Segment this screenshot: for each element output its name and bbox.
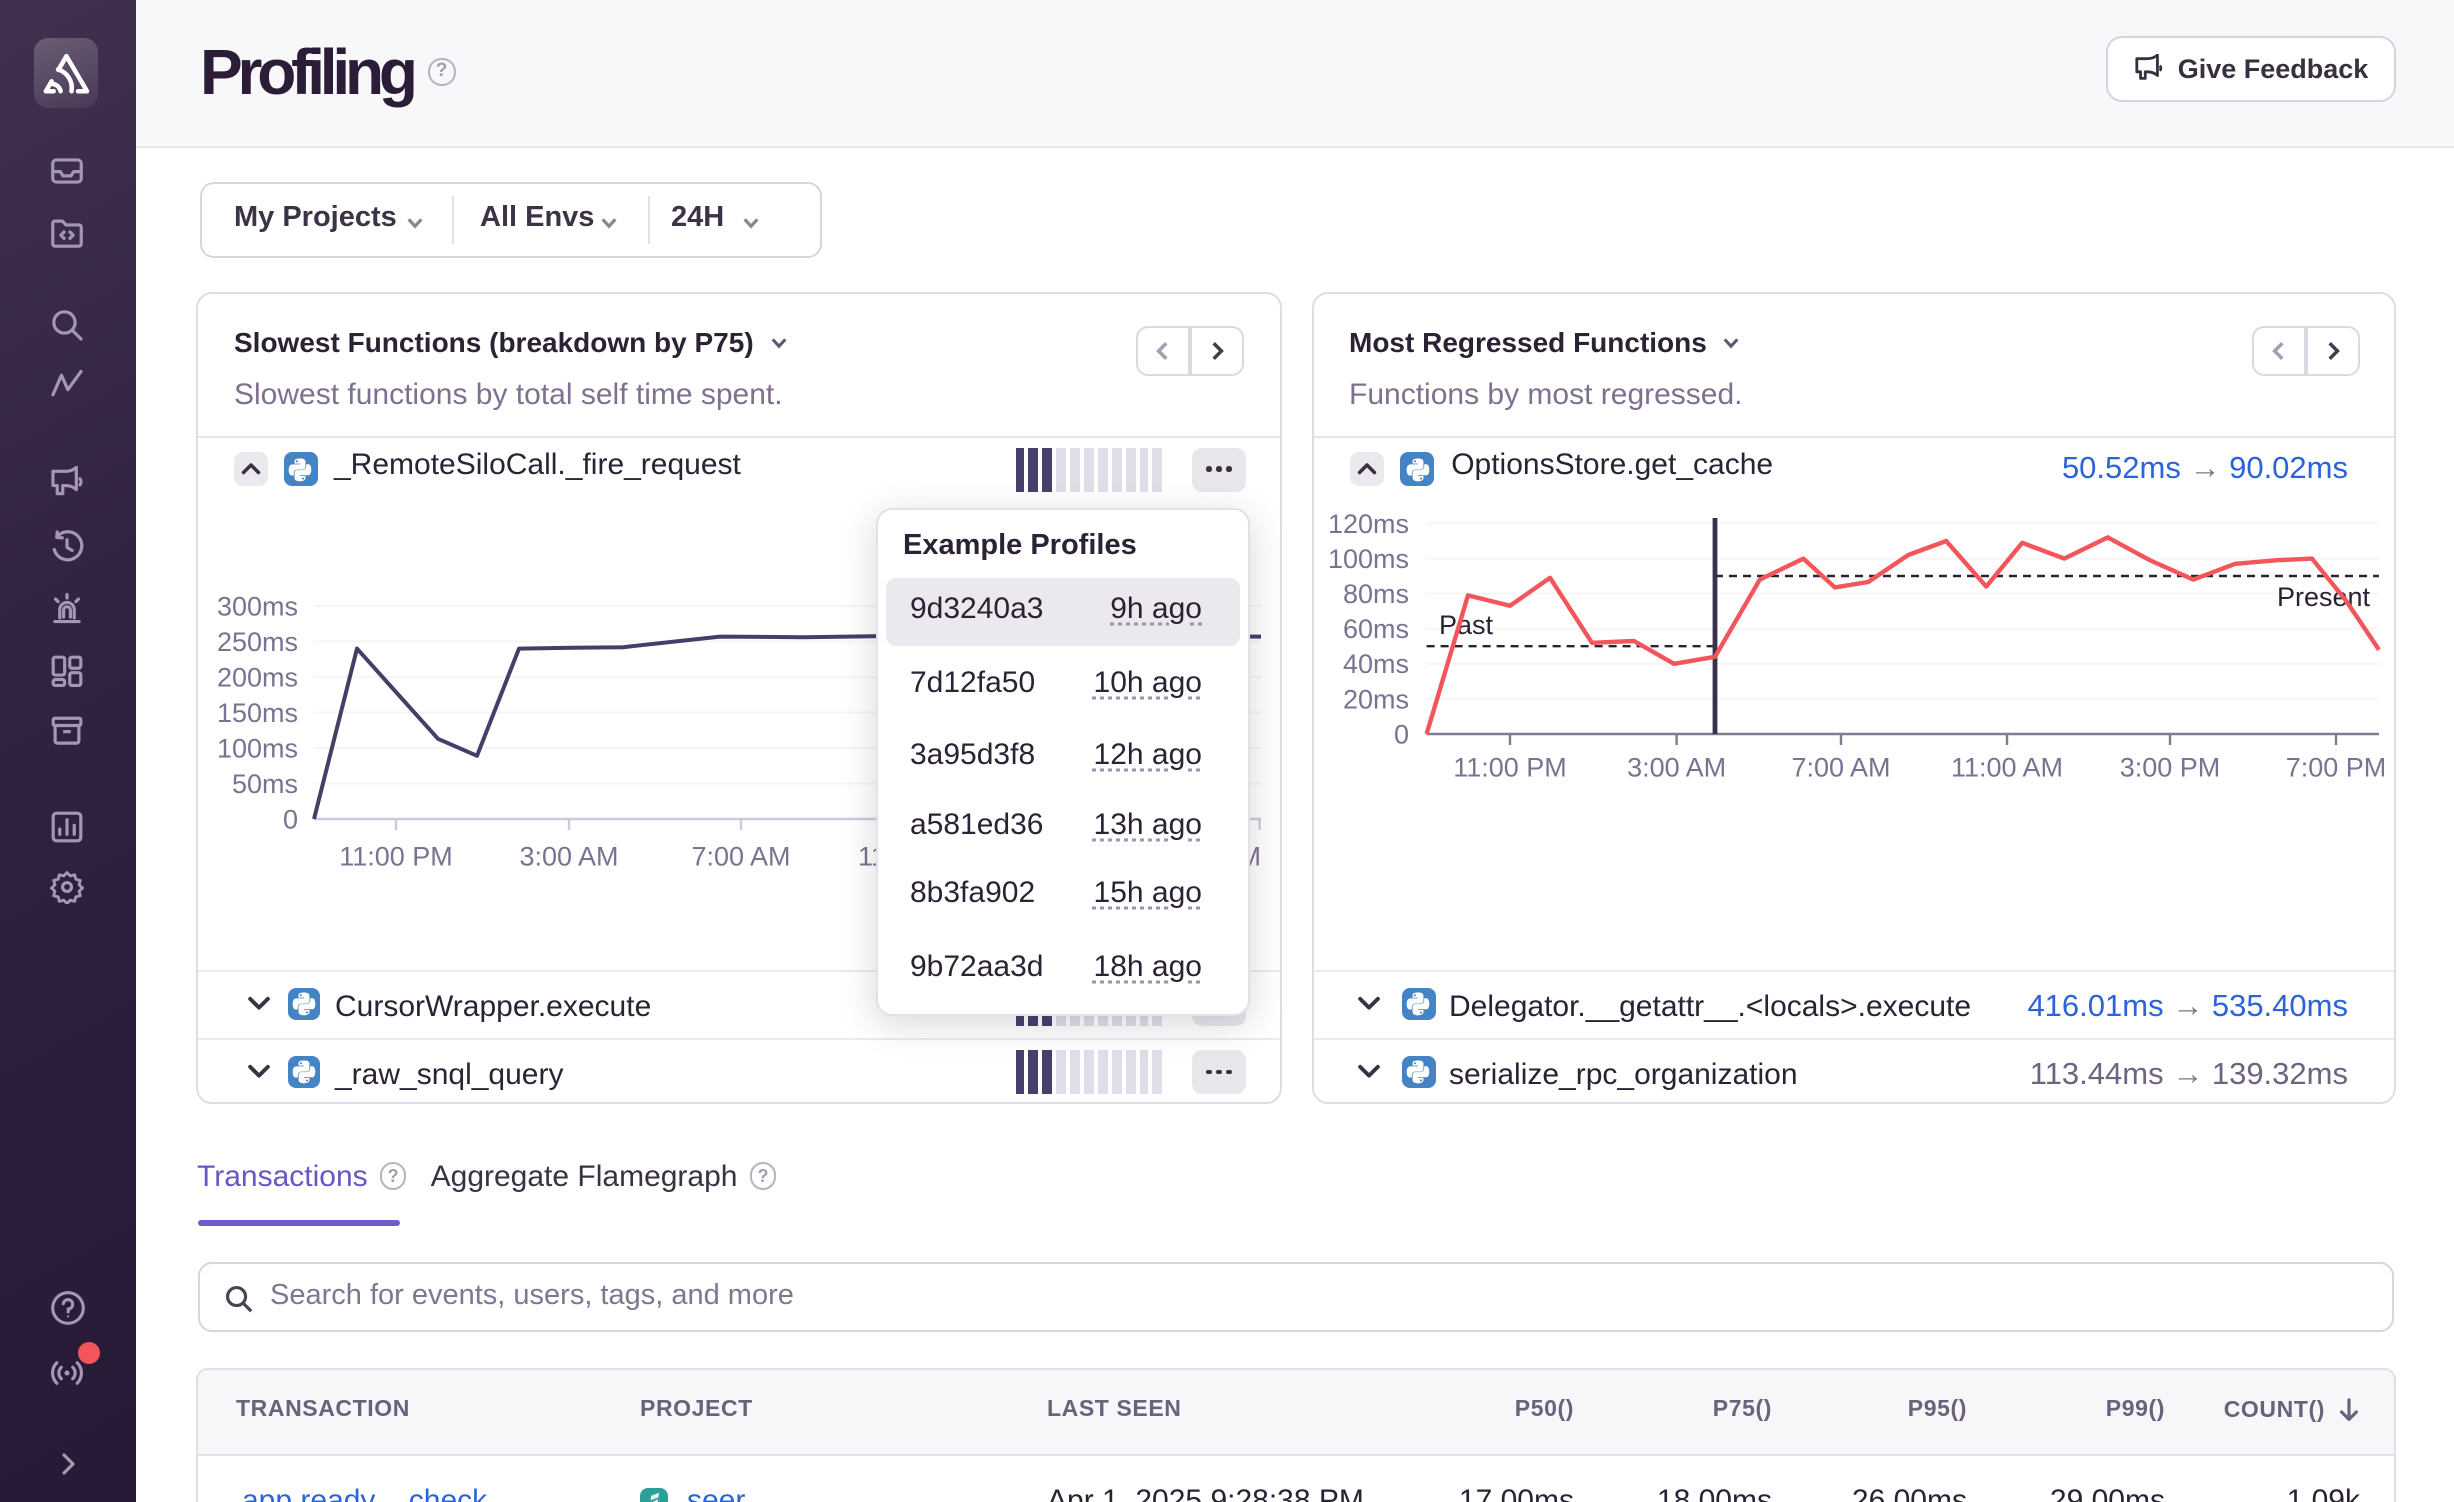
svg-text:3:00 AM: 3:00 AM xyxy=(1627,752,1726,782)
svg-text:3:00 PM: 3:00 PM xyxy=(2120,752,2221,782)
svg-text:11:00 PM: 11:00 PM xyxy=(1453,752,1567,782)
svg-text:3:00 AM: 3:00 AM xyxy=(518,841,617,871)
svg-text:7:00 AM: 7:00 AM xyxy=(1791,752,1890,782)
svg-text:7:00 PM: 7:00 PM xyxy=(2286,752,2387,782)
svg-text:11:00 AM: 11:00 AM xyxy=(1951,752,2063,782)
svg-text:7:00 AM: 7:00 AM xyxy=(690,841,789,871)
svg-text:120ms: 120ms xyxy=(1328,509,1409,539)
svg-text:Past: Past xyxy=(1439,610,1494,640)
svg-text:100ms: 100ms xyxy=(216,733,297,763)
svg-text:100ms: 100ms xyxy=(1328,544,1409,574)
svg-text:0: 0 xyxy=(1394,719,1409,749)
svg-text:80ms: 80ms xyxy=(1343,579,1409,609)
svg-text:300ms: 300ms xyxy=(216,591,297,621)
svg-text:Present: Present xyxy=(2277,582,2371,612)
svg-text:150ms: 150ms xyxy=(216,698,297,728)
svg-text:20ms: 20ms xyxy=(1343,684,1409,714)
svg-text:50ms: 50ms xyxy=(231,769,297,799)
svg-text:0: 0 xyxy=(282,804,297,834)
svg-text:200ms: 200ms xyxy=(216,662,297,692)
svg-text:40ms: 40ms xyxy=(1343,649,1409,679)
svg-text:11:00 PM: 11:00 PM xyxy=(338,841,452,871)
svg-text:250ms: 250ms xyxy=(216,627,297,657)
svg-text:60ms: 60ms xyxy=(1343,614,1409,644)
